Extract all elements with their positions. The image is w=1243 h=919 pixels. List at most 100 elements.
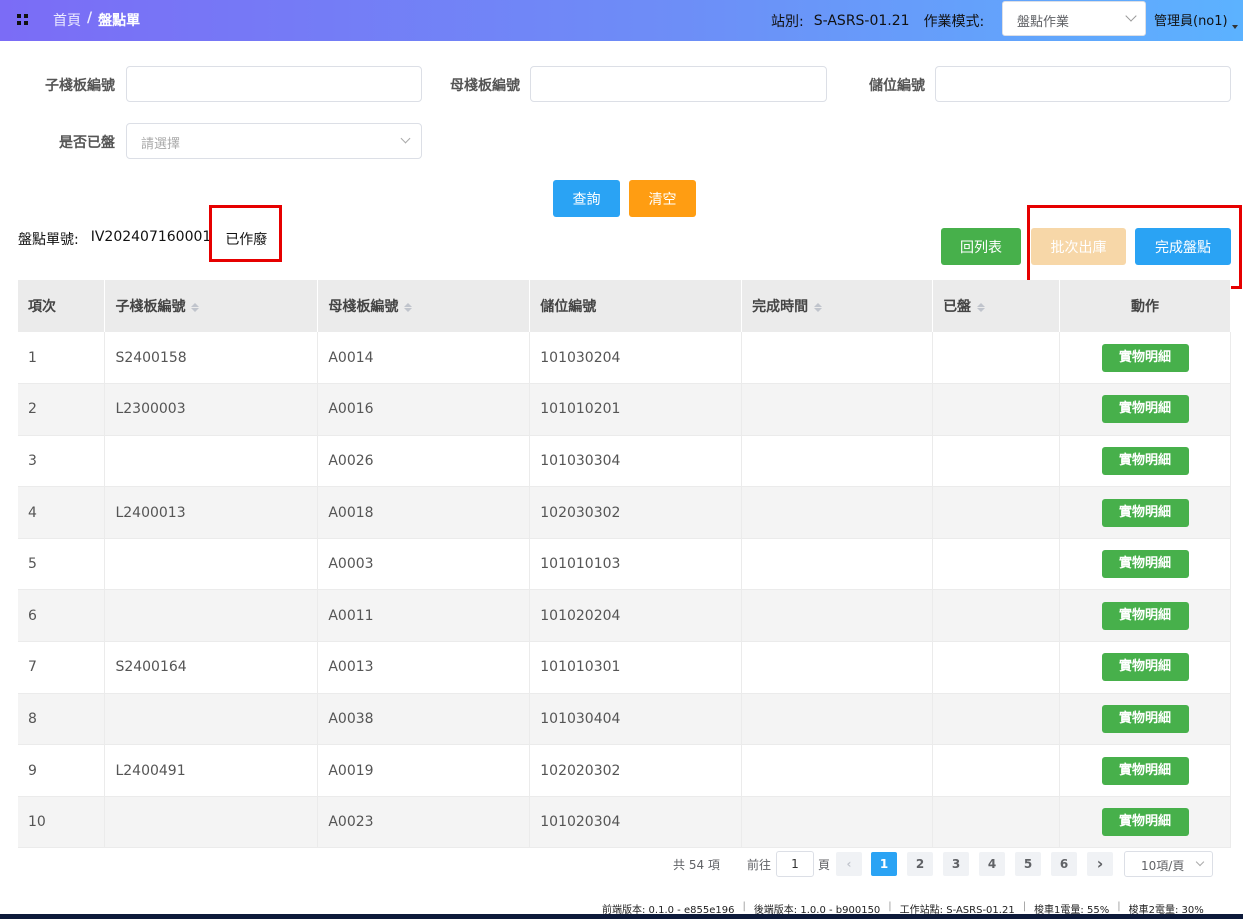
cell-storage: 101010201 — [529, 383, 743, 436]
table-row: 8 A0038 101030404 實物明細 — [18, 693, 1231, 746]
cell-parent-board: A0013 — [317, 641, 531, 694]
query-button[interactable]: 查詢 — [553, 180, 620, 217]
cell-counted — [932, 486, 1060, 539]
sort-icon[interactable] — [191, 302, 200, 313]
detail-button[interactable]: 實物明細 — [1101, 498, 1189, 527]
detail-button[interactable]: 實物明細 — [1101, 395, 1189, 424]
user-menu[interactable]: 管理員(no1) — [1154, 10, 1228, 29]
cell-storage: 101010103 — [529, 538, 743, 591]
cell-index: 2 — [18, 383, 106, 436]
cell-complete-time — [741, 641, 934, 694]
station-info: 站別: S-ASRS-01.21 作業模式: — [771, 0, 984, 41]
table-row: 10 A0023 101020304 實物明細 — [18, 796, 1231, 849]
parent-board-label: 母棧板編號 — [450, 78, 520, 94]
cell-child-board: S2400158 — [104, 332, 319, 385]
header-parent-board[interactable]: 母棧板編號 — [317, 280, 531, 332]
clear-button[interactable]: 清空 — [629, 180, 696, 217]
cell-parent-board: A0011 — [317, 589, 531, 643]
detail-button[interactable]: 實物明細 — [1101, 808, 1189, 837]
cell-complete-time — [741, 796, 934, 849]
cell-counted — [932, 589, 1060, 643]
cell-counted — [932, 332, 1060, 385]
counted-label: 是否已盤 — [59, 135, 115, 151]
order-number: IV202407160001 — [90, 229, 212, 245]
cell-complete-time — [741, 332, 934, 385]
cell-index: 9 — [18, 744, 106, 797]
page-button[interactable]: 2 — [907, 852, 933, 876]
header-storage: 儲位編號 — [529, 280, 743, 332]
cell-counted — [932, 538, 1060, 591]
sort-icon[interactable] — [404, 302, 413, 313]
cell-action: 實物明細 — [1059, 744, 1231, 797]
detail-button[interactable]: 實物明細 — [1101, 601, 1189, 630]
cell-storage: 101030404 — [529, 693, 743, 746]
cell-counted — [932, 641, 1060, 694]
page-button[interactable]: 4 — [979, 852, 1005, 876]
cell-counted — [932, 796, 1060, 849]
prev-page-icon[interactable]: ‹ — [836, 852, 862, 876]
page-button[interactable]: 5 — [1015, 852, 1041, 876]
header-counted[interactable]: 已盤 — [932, 280, 1060, 332]
cell-action: 實物明細 — [1059, 589, 1231, 643]
cell-parent-board: A0016 — [317, 383, 531, 436]
table-row: 5 A0003 101010103 實物明細 — [18, 538, 1231, 591]
page-button[interactable]: 1 — [871, 852, 897, 876]
table-row: 7 S2400164 A0013 101010301 實物明細 — [18, 641, 1231, 694]
cell-complete-time — [741, 693, 934, 746]
pagination-goto-prefix: 前往 — [747, 857, 772, 872]
breadcrumb-separator: / — [87, 10, 93, 26]
back-to-list-button[interactable]: 回列表 — [941, 228, 1021, 265]
detail-button[interactable]: 實物明細 — [1101, 704, 1189, 733]
cell-parent-board: A0014 — [317, 332, 531, 385]
pagination-total: 共 54 項 — [673, 857, 720, 872]
parent-board-input[interactable] — [530, 66, 827, 102]
breadcrumb-home[interactable]: 首頁 — [53, 10, 81, 30]
detail-button[interactable]: 實物明細 — [1101, 756, 1189, 785]
page-size-select[interactable]: 10項/頁 — [1124, 851, 1213, 877]
top-bar: 首頁 / 盤點單 站別: S-ASRS-01.21 作業模式: 盤點作業 管理員… — [0, 0, 1243, 41]
page-button[interactable]: 6 — [1051, 852, 1077, 876]
order-label: 盤點單號: — [18, 232, 79, 248]
cell-parent-board: A0023 — [317, 796, 531, 849]
child-board-label: 子棧板編號 — [45, 78, 115, 94]
breadcrumb-current: 盤點單 — [98, 13, 141, 29]
menu-grid-icon[interactable] — [17, 14, 29, 26]
counted-select[interactable]: 請選擇 — [126, 123, 422, 159]
cell-storage: 101030204 — [529, 332, 743, 385]
mode-select[interactable]: 盤點作業 — [1002, 1, 1146, 36]
pagination-goto-input[interactable]: 1 — [776, 851, 814, 877]
cell-child-board — [104, 693, 319, 746]
next-page-icon[interactable]: › — [1087, 852, 1113, 876]
page-button[interactable]: 3 — [943, 852, 969, 876]
header-complete-time[interactable]: 完成時間 — [741, 280, 934, 332]
cell-counted — [932, 693, 1060, 746]
cell-storage: 101010301 — [529, 641, 743, 694]
sort-icon[interactable] — [977, 302, 986, 313]
cell-counted — [932, 435, 1060, 488]
header-child-board[interactable]: 子棧板編號 — [104, 280, 319, 332]
caret-down-icon[interactable] — [1232, 25, 1238, 29]
child-board-input[interactable] — [126, 66, 422, 102]
cell-parent-board: A0018 — [317, 486, 531, 539]
header-action: 動作 — [1059, 280, 1231, 332]
detail-button[interactable]: 實物明細 — [1101, 550, 1189, 579]
storage-input[interactable] — [935, 66, 1231, 102]
table-row: 9 L2400491 A0019 102020302 實物明細 — [18, 744, 1231, 797]
cell-index: 10 — [18, 796, 106, 849]
cell-complete-time — [741, 538, 934, 591]
table-row: 3 A0026 101030304 實物明細 — [18, 435, 1231, 488]
detail-button[interactable]: 實物明細 — [1101, 653, 1189, 682]
detail-button[interactable]: 實物明細 — [1101, 446, 1189, 475]
cell-action: 實物明細 — [1059, 383, 1231, 436]
cell-storage: 102020302 — [529, 744, 743, 797]
cell-index: 1 — [18, 332, 106, 385]
cell-complete-time — [741, 435, 934, 488]
cell-action: 實物明細 — [1059, 538, 1231, 591]
sort-icon[interactable] — [814, 302, 823, 313]
cell-complete-time — [741, 744, 934, 797]
cell-action: 實物明細 — [1059, 486, 1231, 539]
detail-button[interactable]: 實物明細 — [1101, 343, 1189, 372]
cell-parent-board: A0038 — [317, 693, 531, 746]
cell-index: 8 — [18, 693, 106, 746]
breadcrumb: 首頁 / 盤點單 — [53, 10, 140, 30]
